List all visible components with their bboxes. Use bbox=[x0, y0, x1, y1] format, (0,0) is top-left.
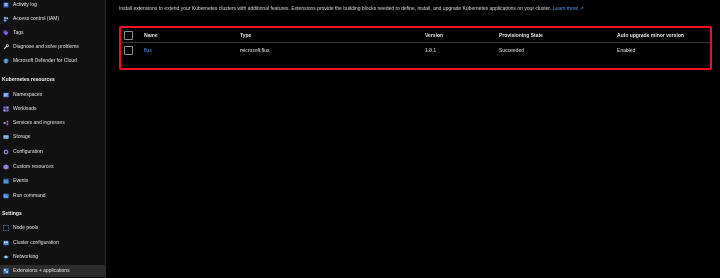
sidebar-item-label: Diagnose and solve problems bbox=[13, 44, 79, 50]
sidebar-item-label: Extensions + applications bbox=[13, 268, 70, 274]
storage-icon bbox=[3, 134, 9, 140]
namespaces-icon bbox=[3, 92, 9, 98]
sidebar-item-label: Storage bbox=[13, 134, 31, 140]
tag-icon bbox=[3, 30, 9, 36]
node-pools-icon bbox=[3, 225, 9, 231]
sidebar-item-events[interactable]: Events bbox=[0, 175, 105, 187]
cluster-config-icon bbox=[3, 240, 9, 246]
sidebar-item-label: Events bbox=[13, 178, 29, 184]
azure-portal: Activity log Access control (IAM) Tags D… bbox=[0, 0, 720, 278]
column-header-name[interactable]: Name bbox=[144, 33, 158, 39]
select-all-checkbox[interactable] bbox=[124, 31, 133, 40]
sidebar-item-label: Run command bbox=[13, 193, 46, 199]
column-header-auto-upgrade[interactable]: Auto upgrade minor version bbox=[617, 33, 684, 39]
table-header-row: Name Type Version Provisioning State Aut… bbox=[121, 29, 710, 43]
sidebar-item-label: Activity log bbox=[13, 2, 37, 8]
sidebar-item-networking[interactable]: Networking bbox=[0, 251, 105, 263]
external-link-icon: ↗ bbox=[579, 6, 584, 12]
sidebar-item-label: Microsoft Defender for Cloud bbox=[13, 58, 77, 64]
extension-name-link[interactable]: flux bbox=[144, 48, 152, 54]
extension-provisioning-state: Succeeded bbox=[499, 48, 525, 54]
sidebar-item-label: Services and ingresses bbox=[13, 120, 65, 126]
run-command-icon bbox=[3, 193, 9, 199]
sidebar-item-label: Networking bbox=[13, 254, 39, 260]
description-text: Install extensions to extend your Kubern… bbox=[119, 6, 552, 12]
column-header-type[interactable]: Type bbox=[240, 33, 251, 39]
sidebar-item-label: Configuration bbox=[13, 149, 43, 155]
extensions-table: Name Type Version Provisioning State Aut… bbox=[121, 28, 710, 68]
resource-menu: Activity log Access control (IAM) Tags D… bbox=[0, 0, 106, 278]
sidebar-item-cluster-configuration[interactable]: Cluster configuration bbox=[0, 237, 105, 249]
sidebar-item-run-command[interactable]: Run command bbox=[0, 190, 105, 202]
section-title-settings: Settings bbox=[2, 211, 22, 217]
extension-type: microsoft.flux bbox=[240, 48, 270, 54]
sidebar-item-namespaces[interactable]: Namespaces bbox=[0, 89, 105, 101]
sidebar-item-label: Workloads bbox=[13, 106, 37, 112]
sidebar-item-defender[interactable]: Microsoft Defender for Cloud bbox=[0, 55, 105, 67]
wrench-icon bbox=[3, 44, 9, 50]
sidebar-item-extensions[interactable]: Extensions + applications bbox=[0, 265, 105, 277]
column-header-provisioning-state[interactable]: Provisioning State bbox=[499, 33, 543, 39]
sidebar-item-diagnose[interactable]: Diagnose and solve problems bbox=[0, 41, 105, 53]
custom-resources-icon bbox=[3, 164, 9, 170]
sidebar-item-configuration[interactable]: Configuration bbox=[0, 146, 105, 158]
sidebar-item-workloads[interactable]: Workloads bbox=[0, 103, 105, 115]
section-title-kubernetes: Kubernetes resources bbox=[2, 77, 55, 83]
sidebar-item-activity-log[interactable]: Activity log bbox=[0, 0, 105, 11]
sidebar-item-label: Access control (IAM) bbox=[13, 16, 60, 22]
sidebar-item-label: Node pools bbox=[13, 225, 39, 231]
workloads-icon bbox=[3, 106, 9, 112]
sidebar-item-custom-resources[interactable]: Custom resources bbox=[0, 161, 105, 173]
people-icon bbox=[3, 16, 9, 22]
sidebar-item-storage[interactable]: Storage bbox=[0, 131, 105, 143]
extension-version: 1.8.1 bbox=[425, 48, 437, 54]
sidebar-item-label: Custom resources bbox=[13, 164, 54, 170]
services-icon bbox=[3, 120, 9, 126]
sidebar-item-label: Cluster configuration bbox=[13, 240, 59, 246]
extension-auto-upgrade: Enabled bbox=[617, 48, 636, 54]
activity-log-icon bbox=[3, 2, 9, 8]
sidebar-item-services[interactable]: Services and ingresses bbox=[0, 117, 105, 129]
sidebar-item-tags[interactable]: Tags bbox=[0, 27, 105, 39]
sidebar-item-label: Tags bbox=[13, 30, 24, 36]
shield-icon bbox=[3, 58, 9, 64]
sidebar-item-access-control[interactable]: Access control (IAM) bbox=[0, 13, 105, 25]
row-checkbox[interactable] bbox=[124, 46, 133, 55]
events-icon bbox=[3, 178, 9, 184]
page-description: Install extensions to extend your Kubern… bbox=[119, 6, 589, 13]
extensions-icon bbox=[3, 268, 9, 274]
column-header-version[interactable]: Version bbox=[425, 33, 443, 39]
sidebar-item-label: Namespaces bbox=[13, 92, 43, 98]
configuration-icon bbox=[3, 149, 9, 155]
table-row[interactable]: flux microsoft.flux 1.8.1 Succeeded Enab… bbox=[121, 44, 710, 58]
learn-more-link[interactable]: Learn more ↗ bbox=[553, 6, 584, 12]
networking-icon bbox=[3, 254, 9, 260]
sidebar-item-node-pools[interactable]: Node pools bbox=[0, 222, 105, 234]
